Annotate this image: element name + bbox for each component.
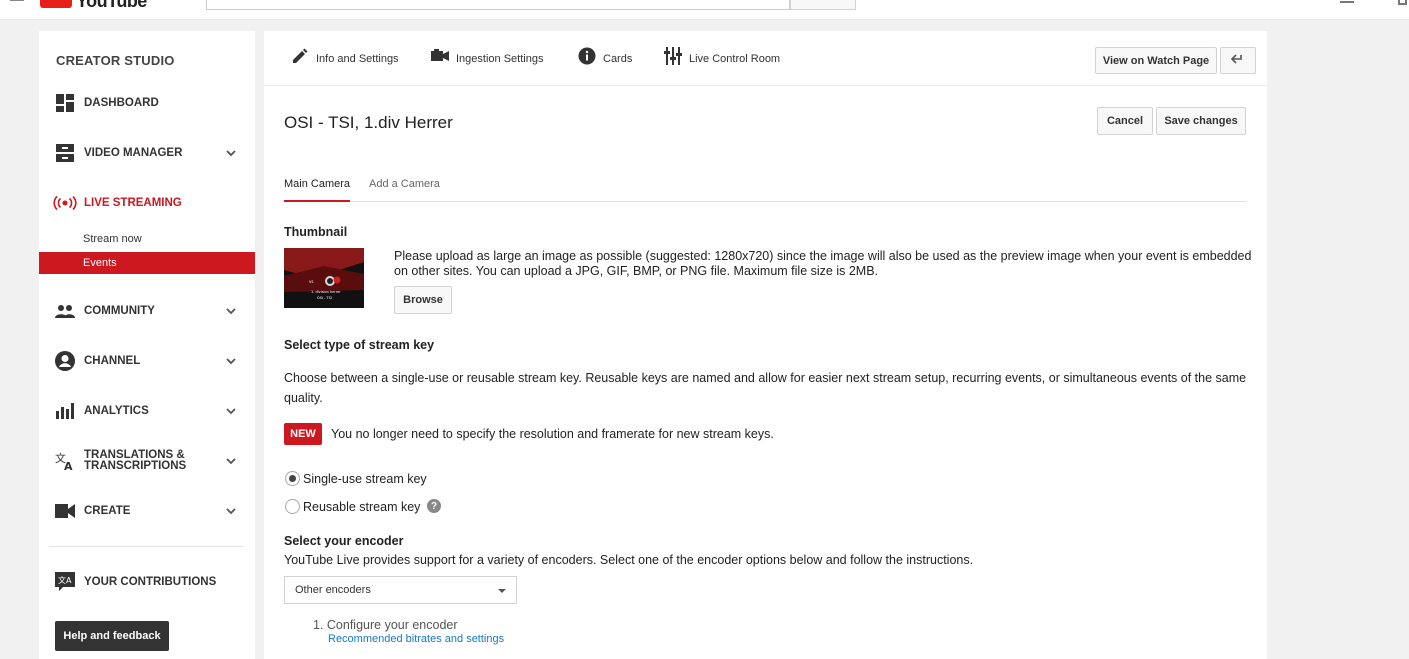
translations-icon: 文A <box>55 451 75 471</box>
cancel-button[interactable]: Cancel <box>1097 107 1153 135</box>
back-button[interactable] <box>1220 47 1256 74</box>
reusable-label[interactable]: Reusable stream key <box>303 500 420 514</box>
event-tabbar: Info and Settings Ingestion Settings Car… <box>264 31 1267 86</box>
thumbnail-caption-2: OSI - TSI <box>317 296 332 300</box>
chevron-down-icon[interactable] <box>225 455 237 467</box>
youtube-logo-text[interactable]: YouTube <box>76 0 147 12</box>
stream-key-description: Choose between a single-use or reusable … <box>284 371 1247 405</box>
pencil-icon <box>291 47 309 70</box>
sidebar-item-community[interactable]: COMMUNITY <box>39 296 255 326</box>
sidebar-item-create[interactable]: CREATE <box>39 496 255 526</box>
sidebar-item-analytics[interactable]: ANALYTICS <box>39 396 255 426</box>
apps-icon[interactable] <box>1340 0 1354 3</box>
sidebar-subitem-events[interactable]: Events <box>39 252 255 274</box>
chevron-down-icon[interactable] <box>225 305 237 317</box>
sliders-icon <box>664 47 682 70</box>
single-use-radio[interactable] <box>285 471 300 486</box>
single-use-label[interactable]: Single-use stream key <box>303 472 427 486</box>
chevron-down-icon[interactable] <box>225 505 237 517</box>
svg-text:A: A <box>64 460 73 471</box>
reusable-radio[interactable] <box>285 499 300 514</box>
search-input[interactable] <box>206 0 790 10</box>
tab-info-settings[interactable]: Info and Settings <box>291 31 399 86</box>
sidebar-item-label: VIDEO MANAGER <box>84 146 183 159</box>
chevron-down-icon[interactable] <box>225 355 237 367</box>
sidebar-item-label: ANALYTICS <box>84 404 149 417</box>
tab-live-control-room[interactable]: Live Control Room <box>664 31 780 86</box>
browse-button[interactable]: Browse <box>394 286 452 314</box>
tab-label: Info and Settings <box>316 52 399 65</box>
dropdown-arrow-icon <box>498 589 506 593</box>
sidebar-item-label: CREATE <box>84 504 131 517</box>
tab-main-camera[interactable]: Main Camera <box>284 178 351 202</box>
svg-text:文A: 文A <box>58 575 72 585</box>
help-feedback-button[interactable]: Help and feedback <box>55 621 169 651</box>
encoder-select-value: Other encoders <box>295 584 371 596</box>
youtube-logo-icon[interactable] <box>40 0 72 8</box>
encoder-heading: Select your encoder <box>284 534 404 548</box>
menu-icon[interactable] <box>10 0 24 2</box>
tab-ingestion-settings[interactable]: Ingestion Settings <box>431 31 543 86</box>
sidebar-item-label: TRANSLATIONS & TRANSCRIPTIONS <box>84 449 187 472</box>
back-arrow-icon <box>1230 54 1245 67</box>
sidebar-item-channel[interactable]: CHANNEL <box>39 346 255 376</box>
encoder-select[interactable]: Other encoders <box>284 576 517 604</box>
chevron-down-icon[interactable] <box>225 147 237 159</box>
tab-label: Ingestion Settings <box>456 52 544 65</box>
thumbnail-heading: Thumbnail <box>284 225 348 239</box>
sidebar-item-video-manager[interactable]: VIDEO MANAGER <box>39 138 255 168</box>
sidebar-subitem-stream-now[interactable]: Stream now <box>39 228 255 250</box>
sidebar: CREATOR STUDIO DASHBOARD VIDEO MANAGER L… <box>39 31 255 659</box>
sidebar-item-translations[interactable]: 文A TRANSLATIONS & TRANSCRIPTIONS <box>39 446 255 476</box>
contributions-icon: 文A <box>55 572 75 592</box>
sidebar-item-label: CHANNEL <box>84 354 141 367</box>
help-icon[interactable]: ? <box>427 499 441 513</box>
live-streaming-icon <box>53 193 77 213</box>
main-panel: Info and Settings Ingestion Settings Car… <box>264 31 1267 659</box>
stream-key-heading: Select type of stream key <box>284 338 435 352</box>
sidebar-item-label: DASHBOARD <box>84 96 159 109</box>
search-button[interactable] <box>790 0 856 10</box>
tab-label: Cards <box>603 52 633 65</box>
dashboard-icon <box>55 93 75 113</box>
new-badge: NEW <box>284 423 322 445</box>
sidebar-item-contributions[interactable]: 文A YOUR CONTRIBUTIONS <box>39 567 255 597</box>
masthead: YouTube <box>0 0 1409 20</box>
channel-icon <box>55 351 75 371</box>
camera-tabs: Main Camera Add a Camera <box>284 170 1247 202</box>
sidebar-divider <box>49 546 243 547</box>
save-changes-button[interactable]: Save changes <box>1156 107 1246 135</box>
sidebar-item-label: LIVE STREAMING <box>84 196 182 209</box>
configure-encoder-step: 1. Configure your encoder <box>313 618 458 632</box>
tab-label: Live Control Room <box>689 52 781 65</box>
sidebar-item-label: COMMUNITY <box>84 304 155 317</box>
video-manager-icon <box>55 143 75 163</box>
thumbnail-image: vs 1. division herrer OSI - TSI <box>284 248 364 308</box>
thumbnail-help-text: Please upload as large an image as possi… <box>394 249 1252 278</box>
chevron-down-icon[interactable] <box>225 405 237 417</box>
create-icon <box>55 501 75 521</box>
camera-icon <box>431 49 449 68</box>
sidebar-item-dashboard[interactable]: DASHBOARD <box>39 88 255 118</box>
tab-add-camera[interactable]: Add a Camera <box>369 178 440 190</box>
sidebar-item-live-streaming[interactable]: LIVE STREAMING <box>39 188 255 218</box>
community-icon <box>55 301 75 321</box>
thumbnail-vs: vs <box>309 279 313 284</box>
thumbnail-caption-1: 1. division herrer <box>311 290 341 294</box>
analytics-icon <box>55 401 75 421</box>
sidebar-title: CREATOR STUDIO <box>56 53 175 68</box>
upload-icon[interactable] <box>1398 0 1407 5</box>
new-feature-text: You no longer need to specify the resolu… <box>331 427 774 441</box>
tab-cards[interactable]: Cards <box>578 31 632 86</box>
event-title: OSI - TSI, 1.div Herrer <box>284 113 453 132</box>
recommended-bitrates-link[interactable]: Recommended bitrates and settings <box>328 633 504 645</box>
encoder-description: YouTube Live provides support for a vari… <box>284 553 974 567</box>
sidebar-item-label: YOUR CONTRIBUTIONS <box>84 575 217 588</box>
info-icon <box>578 47 596 70</box>
view-watch-page-button[interactable]: View on Watch Page <box>1095 47 1217 74</box>
